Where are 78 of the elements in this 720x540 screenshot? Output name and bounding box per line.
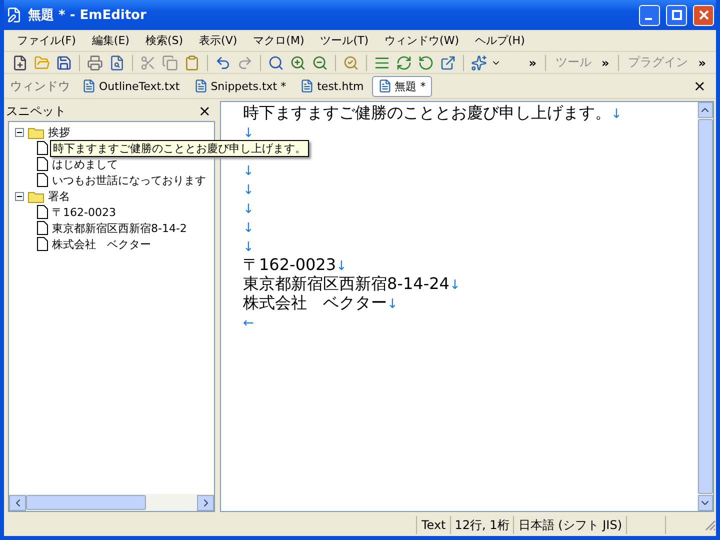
tree-item[interactable]: 署名 bbox=[48, 188, 70, 204]
scroll-down-button[interactable] bbox=[698, 495, 712, 511]
maximize-icon bbox=[672, 10, 682, 20]
tree-item[interactable]: いつもお世話になっております bbox=[52, 172, 206, 188]
text-line: 時下ますますご健勝のこととお慶び申し上げます。 bbox=[243, 103, 611, 122]
app-icon bbox=[6, 7, 22, 23]
file-icon bbox=[300, 79, 314, 93]
status-text: Text bbox=[416, 516, 450, 534]
vertical-scrollbar[interactable] bbox=[697, 102, 713, 511]
menu-item[interactable]: ツール(T) bbox=[313, 31, 376, 50]
document-tab[interactable]: OutlineText.txt bbox=[76, 76, 186, 96]
menu-item[interactable]: ファイル(F) bbox=[10, 31, 83, 50]
file-icon bbox=[194, 79, 208, 93]
newline-mark: ↓ bbox=[611, 107, 622, 122]
tree-item[interactable]: 東京都新宿区西新宿8-14-2 bbox=[52, 220, 187, 236]
close-panel-button[interactable]: × bbox=[198, 102, 211, 120]
tree-item[interactable]: 株式会社 ベクター bbox=[52, 236, 151, 252]
newline-mark: ↓ bbox=[243, 240, 254, 255]
close-icon bbox=[698, 10, 708, 20]
document-icon bbox=[37, 173, 48, 187]
toolbar-label: プラグイン bbox=[627, 54, 690, 71]
file-icon bbox=[378, 79, 392, 93]
tooltip: 時下ますますご健勝のこととお慶び申し上げます。 bbox=[50, 140, 309, 156]
menu-item[interactable]: 表示(V) bbox=[192, 31, 244, 50]
close-button[interactable] bbox=[693, 4, 714, 26]
text-line: 〒162-0023 bbox=[243, 255, 336, 274]
resize-grip-icon[interactable] bbox=[704, 519, 716, 531]
scroll-right-button[interactable] bbox=[197, 494, 214, 510]
scroll-left-button[interactable] bbox=[9, 494, 26, 510]
minimize-icon bbox=[644, 18, 652, 20]
close-tab-button[interactable]: × bbox=[689, 77, 710, 95]
copy-icon[interactable] bbox=[160, 52, 180, 72]
printer-icon[interactable] bbox=[85, 52, 105, 72]
document-tab[interactable]: 無題 * bbox=[372, 76, 432, 96]
newline-mark: ↓ bbox=[243, 202, 254, 217]
horizontal-scrollbar[interactable] bbox=[9, 494, 214, 511]
tree-item[interactable]: 〒162-0023 bbox=[52, 204, 116, 220]
text-line: 東京都新宿区西新宿8-14-24 bbox=[243, 274, 450, 293]
toolbar-label: ツール bbox=[554, 54, 592, 71]
newline-mark: ↓ bbox=[336, 259, 347, 274]
panel-title: スニペット bbox=[6, 102, 66, 120]
tree-item[interactable]: はじめまして bbox=[52, 156, 118, 172]
document-icon bbox=[37, 221, 48, 235]
newline-mark: ↓ bbox=[243, 183, 254, 198]
document-icon bbox=[37, 157, 48, 171]
status-text: 12行, 1桁 bbox=[450, 516, 514, 534]
minimize-button[interactable] bbox=[639, 4, 660, 26]
more-button[interactable]: » bbox=[524, 56, 540, 70]
maximize-button[interactable] bbox=[666, 4, 687, 26]
text-line: 株式会社 ベクター bbox=[243, 293, 387, 312]
newline-mark: ↓ bbox=[243, 126, 254, 141]
collapse-toggle[interactable] bbox=[15, 128, 24, 136]
menu-item[interactable]: ウィンドウ(W) bbox=[378, 31, 466, 50]
more-button[interactable]: » bbox=[694, 56, 710, 70]
end-of-file-mark: ← bbox=[243, 316, 254, 331]
document-tab[interactable]: test.htm bbox=[294, 76, 370, 96]
menu-item[interactable]: ヘルプ(H) bbox=[468, 31, 532, 50]
window-title: 無題 * - EmEditor bbox=[28, 7, 148, 24]
newline-mark: ↓ bbox=[243, 164, 254, 179]
newline-mark: ↓ bbox=[243, 221, 254, 236]
window-bar-label: ウィンドウ bbox=[10, 78, 71, 94]
file-icon bbox=[82, 79, 96, 93]
scroll-up-button[interactable] bbox=[698, 102, 712, 118]
menu-item[interactable]: マクロ(M) bbox=[246, 31, 312, 50]
document-icon bbox=[37, 237, 48, 251]
status-text: 日本語 (シフト JIS) bbox=[513, 516, 626, 534]
tree-item[interactable]: 挨拶 bbox=[48, 124, 70, 140]
collapse-toggle[interactable] bbox=[15, 192, 24, 200]
folder-icon bbox=[28, 126, 44, 138]
document-icon bbox=[37, 141, 48, 155]
newline-mark: ↓ bbox=[449, 278, 460, 293]
folder-icon bbox=[28, 190, 44, 202]
menu-item[interactable]: 検索(S) bbox=[138, 31, 190, 50]
more-button[interactable]: » bbox=[597, 56, 614, 70]
newline-mark: ↓ bbox=[387, 297, 398, 312]
document-tab[interactable]: Snippets.txt * bbox=[188, 76, 292, 96]
menu-item[interactable]: 編集(E) bbox=[84, 31, 136, 50]
document-icon bbox=[37, 205, 48, 219]
